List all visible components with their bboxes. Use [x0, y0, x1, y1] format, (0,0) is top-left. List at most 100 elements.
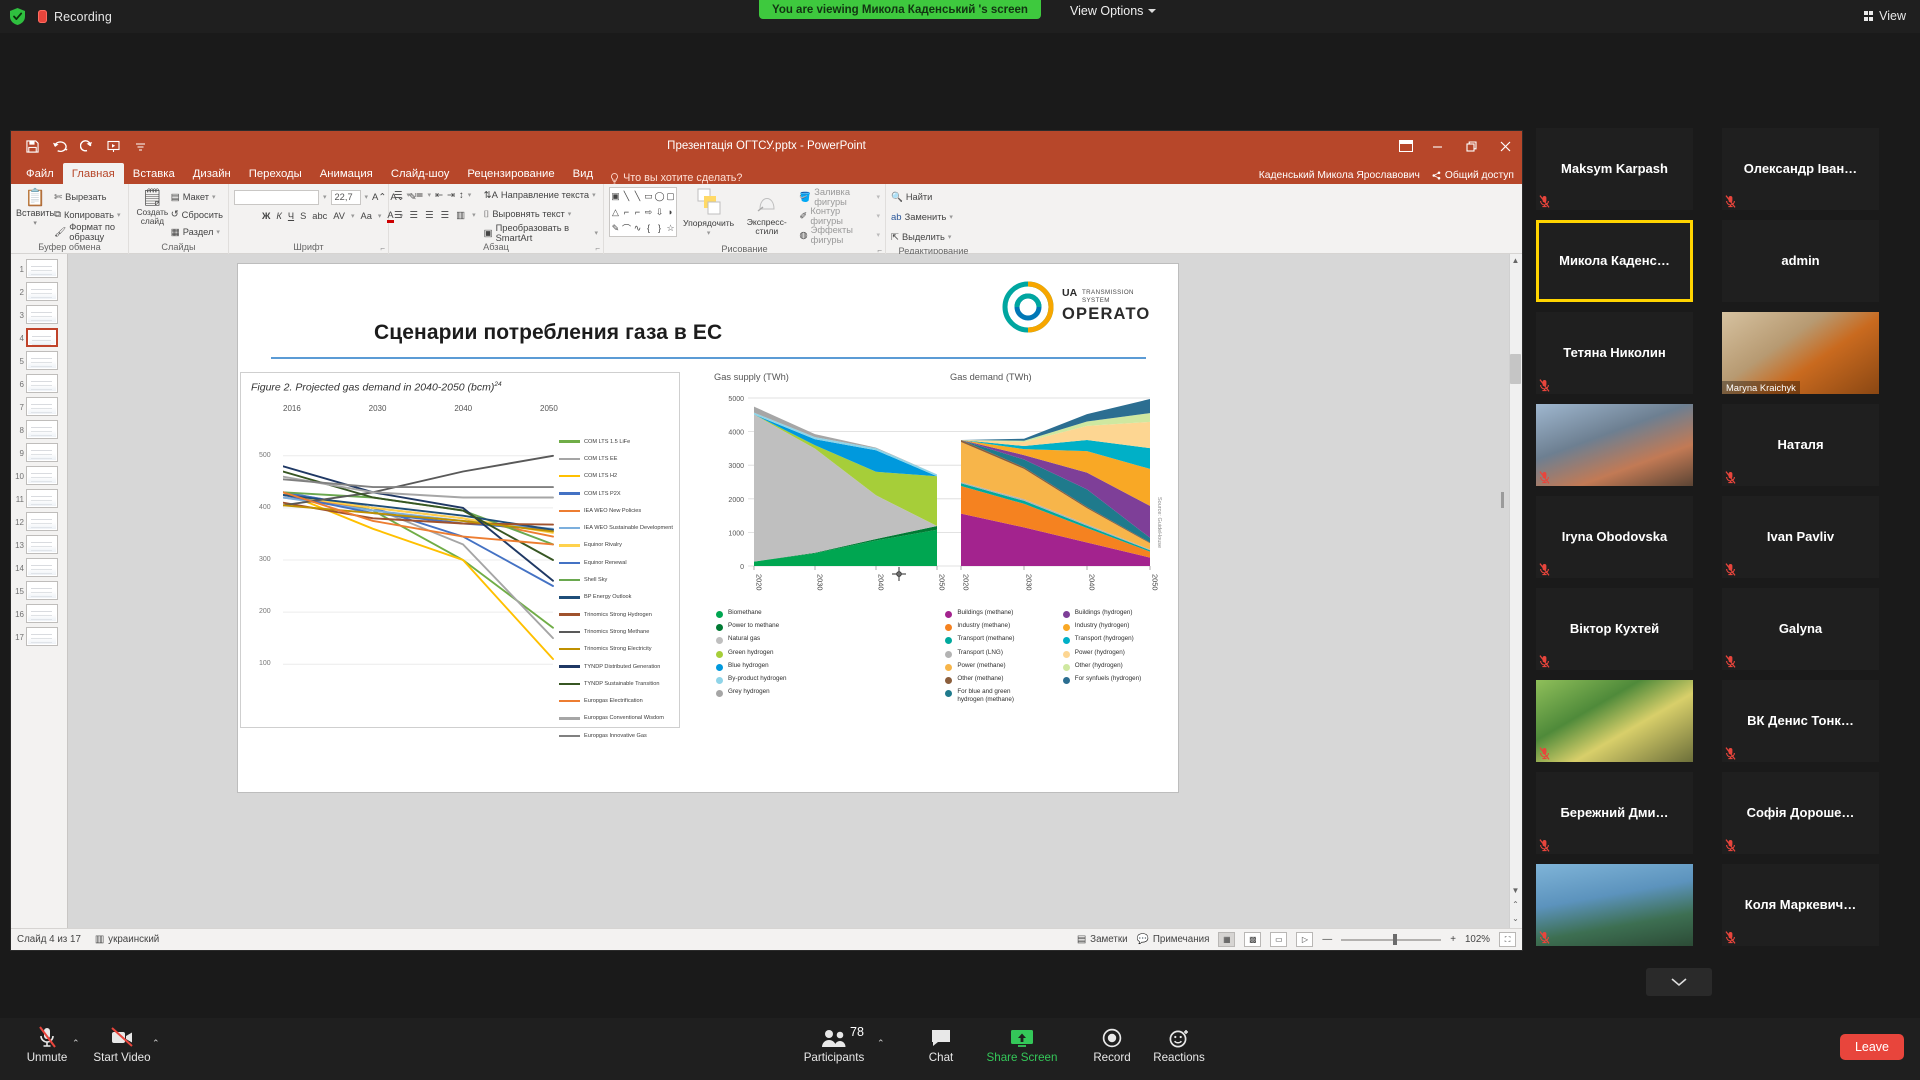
thumbnail-preview[interactable] — [26, 282, 58, 301]
zoom-knob[interactable] — [1393, 934, 1398, 945]
figure-projected-gas-demand[interactable]: Figure 2. Projected gas demand in 2040-2… — [240, 372, 680, 739]
slide-title[interactable]: Сценарии потребления газа в ЕС — [374, 321, 722, 345]
scroll-up-arrow-icon[interactable]: ▲ — [1510, 256, 1521, 268]
numbering-icon[interactable]: ≔ — [414, 190, 424, 201]
new-slide-button[interactable]: 🗒 Создать слайд — [134, 187, 171, 226]
character-spacing-icon[interactable]: A͏V — [333, 211, 345, 221]
tab-insert[interactable]: Вставка — [124, 163, 184, 184]
slide-thumbnail-pane[interactable]: 1 2 3 4 5 6 7 8 9 10 11 12 13 14 15 16 17 — [11, 254, 68, 928]
slide-thumbnail-9[interactable]: 9 — [11, 441, 67, 464]
share-screen-button[interactable]: Share Screen — [983, 1026, 1061, 1064]
layout-view-button[interactable]: View — [1863, 9, 1906, 23]
tab-slideshow[interactable]: Слайд-шоу — [382, 163, 459, 184]
tell-me-box[interactable]: Что вы хотите сделать? — [602, 172, 742, 184]
shape-effects-button[interactable]: ◍ Эффекты фигуры ▾ — [799, 225, 880, 245]
section-button[interactable]: ▦ Раздел ▾ — [171, 224, 223, 240]
text-direction-button[interactable]: ⇅A Направление текста ▾ — [484, 187, 598, 203]
scroll-down-arrow-icon[interactable]: ▼ — [1510, 886, 1521, 898]
quick-styles-label[interactable]: Экспресс-стили — [740, 218, 793, 236]
thumbnail-preview[interactable] — [26, 466, 58, 485]
find-button[interactable]: 🔍 Найти — [891, 189, 953, 205]
participant-tile[interactable]: Олександр Іван… — [1722, 128, 1879, 210]
view-slideshow-button[interactable]: ▷ — [1296, 932, 1314, 947]
audio-settings-chevron-icon[interactable]: ⌃ — [72, 1038, 80, 1049]
arrange-label[interactable]: Упорядочить — [683, 218, 734, 228]
undo-icon[interactable] — [46, 134, 73, 158]
tab-design[interactable]: Дизайн — [184, 163, 240, 184]
zoom-out-button[interactable]: — — [1322, 934, 1332, 945]
slide-thumbnail-14[interactable]: 14 — [11, 556, 67, 579]
bold-button[interactable]: Ж — [262, 211, 270, 221]
line-spacing-icon[interactable]: ↕ — [459, 190, 464, 201]
tab-home[interactable]: Главная — [62, 163, 124, 184]
customize-qat-icon[interactable] — [127, 134, 154, 158]
view-options-button[interactable]: View Options — [1062, 0, 1164, 21]
slide-thumbnail-11[interactable]: 11 — [11, 487, 67, 510]
view-slide-sorter-button[interactable]: ▩ — [1244, 932, 1262, 947]
participant-tile[interactable]: Софія Дороше… — [1722, 772, 1879, 854]
decrease-indent-icon[interactable]: ⇤ — [435, 190, 443, 201]
shadow-button[interactable]: S — [300, 211, 306, 221]
slide-vertical-scrollbar[interactable]: ▲ ▼ ⌃ ⌄ — [1509, 254, 1522, 928]
slide-thumbnail-16[interactable]: 16 — [11, 602, 67, 625]
participant-tile[interactable]: Тетяна Николин — [1536, 312, 1693, 394]
slide-thumbnail-8[interactable]: 8 — [11, 418, 67, 441]
slide-canvas[interactable]: UA TRANSMISSION SYSTEM OPERATOR Сценарии… — [238, 264, 1178, 792]
slide-thumbnail-15[interactable]: 15 — [11, 579, 67, 602]
thumbnail-preview[interactable] — [26, 627, 58, 646]
thumbnail-preview[interactable] — [26, 374, 58, 393]
slide-thumbnail-7[interactable]: 7 — [11, 395, 67, 418]
quick-styles-preview[interactable] — [754, 187, 780, 217]
participant-tile[interactable]: Maksym Karpash — [1536, 128, 1693, 210]
notes-button[interactable]: ▤ Заметки — [1077, 934, 1128, 945]
previous-slide-icon[interactable]: ⌃ — [1510, 900, 1521, 912]
increase-font-icon[interactable]: A⌃ — [372, 192, 386, 203]
participant-tile[interactable]: Віктор Кухтей — [1536, 588, 1693, 670]
justify-icon[interactable]: ☰ — [441, 210, 450, 221]
fit-to-window-button[interactable]: ⛶ — [1499, 932, 1516, 947]
participant-tile[interactable]: Бережний Дми… — [1536, 772, 1693, 854]
slide-thumbnail-3[interactable]: 3 — [11, 303, 67, 326]
thumbnail-preview[interactable] — [26, 581, 58, 600]
align-center-icon[interactable]: ☰ — [410, 210, 419, 221]
restore-button[interactable] — [1454, 131, 1488, 161]
slide-thumbnail-12[interactable]: 12 — [11, 510, 67, 533]
bullets-icon[interactable]: ☰ — [394, 190, 403, 201]
copy-button[interactable]: ⧉ Копировать ▾ — [54, 207, 123, 223]
tab-review[interactable]: Рецензирование — [458, 163, 563, 184]
scrollbar-thumb[interactable] — [1510, 354, 1521, 384]
italic-button[interactable]: К — [276, 211, 281, 221]
participant-tile[interactable]: Коля Маркевич… — [1722, 864, 1879, 946]
underline-button[interactable]: Ч — [288, 211, 294, 221]
reset-button[interactable]: ↺ Сбросить — [171, 207, 223, 223]
video-settings-chevron-icon[interactable]: ⌃ — [152, 1038, 160, 1049]
change-case-icon[interactable]: Aa — [361, 211, 372, 221]
participant-tile[interactable] — [1536, 864, 1693, 946]
convert-smartart-button[interactable]: ▣ Преобразовать в SmartArt ▾ — [484, 223, 598, 243]
zoom-in-button[interactable]: + — [1450, 934, 1456, 945]
align-right-icon[interactable]: ☰ — [425, 210, 434, 221]
thumbnail-preview[interactable] — [26, 489, 58, 508]
thumbnail-preview[interactable] — [26, 443, 58, 462]
tab-transitions[interactable]: Переходы — [240, 163, 311, 184]
thumbnail-preview[interactable] — [26, 535, 58, 554]
view-reading-button[interactable]: ▭ — [1270, 932, 1288, 947]
select-button[interactable]: ⇱ Выделить ▾ — [891, 229, 953, 245]
shape-styles-preview[interactable] — [696, 187, 722, 217]
participant-tile[interactable]: Наталя — [1722, 404, 1879, 486]
comments-button[interactable]: 💬 Примечания — [1137, 934, 1210, 945]
tab-file[interactable]: Файл — [17, 163, 63, 184]
participant-tile[interactable]: Iryna Obodovska — [1536, 496, 1693, 578]
account-name[interactable]: Каденський Микола Ярославович — [1259, 170, 1420, 181]
thumbnail-preview[interactable] — [26, 328, 58, 347]
leave-meeting-button[interactable]: Leave — [1839, 1034, 1904, 1060]
zoom-slider[interactable] — [1341, 934, 1442, 946]
cut-button[interactable]: ✄ Вырезать — [54, 189, 123, 205]
align-left-icon[interactable]: ☰ — [394, 210, 403, 221]
participant-tile[interactable]: Maryna Kraichyk — [1722, 312, 1879, 394]
thumbnail-preview[interactable] — [26, 397, 58, 416]
increase-indent-icon[interactable]: ⇥ — [447, 190, 455, 201]
shapes-gallery[interactable]: ▣ ╲ ╲ ▭ ◯ ▢ △ ⌐ ⌐ ⇨ ⇩ ◗ ✎ ⌒ ∿{} ☆ — [609, 187, 678, 237]
participant-tile[interactable]: admin — [1722, 220, 1879, 302]
tab-view[interactable]: Вид — [564, 163, 602, 184]
